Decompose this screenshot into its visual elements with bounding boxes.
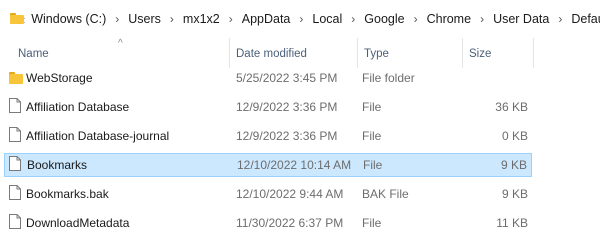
chevron-right-icon[interactable]: › xyxy=(170,12,174,26)
file-name: Bookmarks.bak xyxy=(26,187,109,201)
file-size: 9 KB xyxy=(501,187,528,201)
file-row[interactable]: Bookmarks.bak 12/10/2022 9:44 AM BAK Fil… xyxy=(4,182,532,206)
file-name: Affiliation Database xyxy=(26,100,130,114)
chevron-right-icon[interactable]: › xyxy=(414,12,418,26)
breadcrumb-item-appdata[interactable]: AppData xyxy=(242,12,291,26)
file-name: WebStorage xyxy=(26,71,93,85)
column-header-name[interactable]: Name xyxy=(18,48,49,60)
file-row[interactable]: Affiliation Database-journal 12/9/2022 3… xyxy=(4,124,532,148)
folder-icon xyxy=(9,72,23,84)
breadcrumb-item-users[interactable]: Users xyxy=(128,12,161,26)
file-size: 36 KB xyxy=(495,100,528,114)
file-type: File folder xyxy=(362,71,415,85)
file-type: File xyxy=(362,100,382,114)
breadcrumb-item-local[interactable]: Local xyxy=(312,12,342,26)
file-date: 12/9/2022 3:36 PM xyxy=(236,100,338,114)
file-icon xyxy=(9,214,21,229)
file-icon xyxy=(9,127,21,142)
file-row[interactable]: DownloadMetadata 11/30/2022 6:37 PM File… xyxy=(4,211,532,235)
chevron-right-icon[interactable]: › xyxy=(299,12,303,26)
file-name: Affiliation Database-journal xyxy=(26,129,170,143)
chevron-right-icon[interactable]: › xyxy=(351,12,355,26)
column-divider[interactable] xyxy=(462,38,463,68)
column-divider[interactable] xyxy=(533,38,534,68)
file-row[interactable]: Affiliation Database 12/9/2022 3:36 PM F… xyxy=(4,95,532,119)
column-header-date-modified[interactable]: Date modified xyxy=(236,48,307,60)
address-bar[interactable]: « Windows (C:) › Users › mx1x2 › AppData… xyxy=(0,0,600,38)
breadcrumb-item-default[interactable]: Default xyxy=(571,12,600,26)
file-row[interactable]: WebStorage 5/25/2022 3:45 PM File folder xyxy=(4,66,532,90)
file-size: 9 KB xyxy=(500,158,527,172)
file-date: 12/10/2022 10:14 AM xyxy=(237,158,352,172)
chevron-right-icon[interactable]: › xyxy=(558,12,562,26)
breadcrumb-item-drive[interactable]: Windows (C:) xyxy=(31,12,106,26)
chevron-right-icon[interactable]: › xyxy=(229,12,233,26)
file-date: 11/30/2022 6:37 PM xyxy=(236,216,344,230)
file-icon xyxy=(9,98,21,113)
file-icon xyxy=(9,156,21,171)
file-date: 12/9/2022 3:36 PM xyxy=(236,129,338,143)
breadcrumb-item-chrome[interactable]: Chrome xyxy=(427,12,471,26)
file-row-selected[interactable]: Bookmarks 12/10/2022 10:14 AM File 9 KB xyxy=(4,153,532,177)
file-name: DownloadMetadata xyxy=(26,216,130,230)
column-header-size[interactable]: Size xyxy=(469,48,491,60)
chevron-right-icon[interactable]: › xyxy=(480,12,484,26)
file-type: File xyxy=(362,129,382,143)
chevron-right-icon[interactable]: › xyxy=(115,12,119,26)
sort-ascending-icon: ^ xyxy=(118,38,123,49)
file-type: File xyxy=(363,158,383,172)
column-header-type[interactable]: Type xyxy=(364,48,389,60)
file-type: File xyxy=(362,216,382,230)
file-icon xyxy=(9,185,21,200)
file-date: 5/25/2022 3:45 PM xyxy=(236,71,338,85)
breadcrumb-item-user[interactable]: mx1x2 xyxy=(183,12,220,26)
breadcrumb-item-google[interactable]: Google xyxy=(364,12,404,26)
file-size: 0 KB xyxy=(501,129,528,143)
column-divider[interactable] xyxy=(357,38,358,68)
file-type: BAK File xyxy=(362,187,409,201)
file-date: 12/10/2022 9:44 AM xyxy=(236,187,344,201)
column-divider[interactable] xyxy=(229,38,230,68)
file-size: 11 KB xyxy=(496,216,528,230)
file-name: Bookmarks xyxy=(27,158,88,172)
breadcrumb-item-user-data[interactable]: User Data xyxy=(493,12,549,26)
